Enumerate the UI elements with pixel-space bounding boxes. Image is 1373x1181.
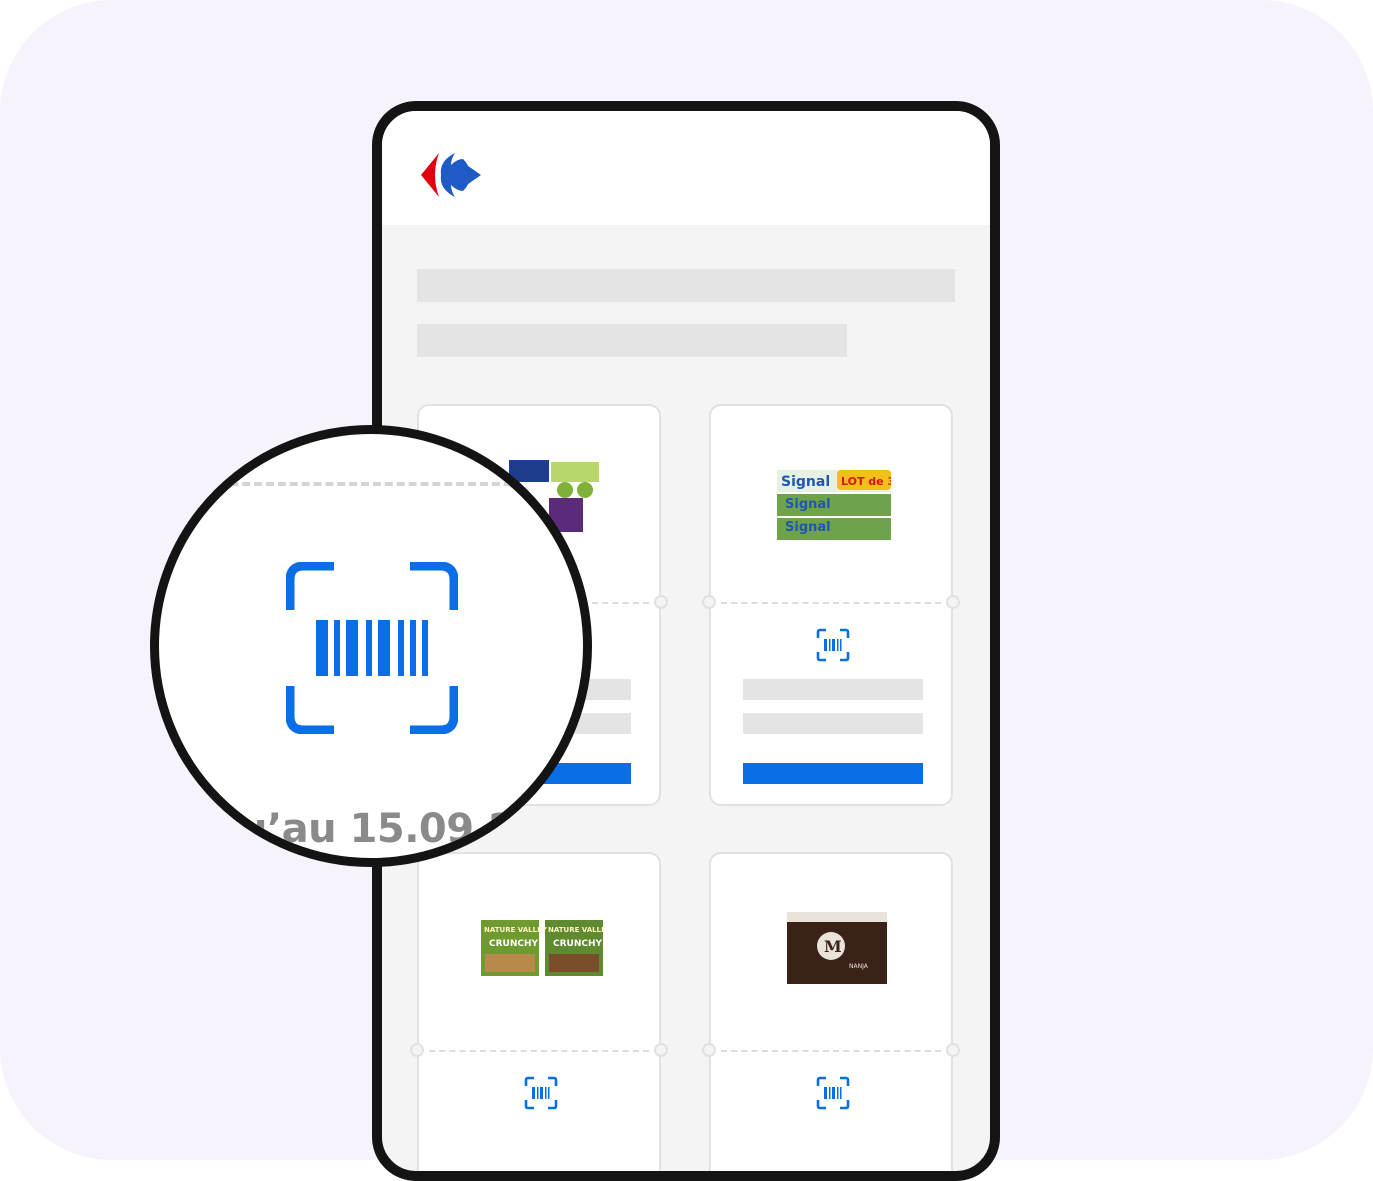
validity-date-text: u’au 15.09.2: [239, 806, 516, 852]
barcode-scan-icon[interactable]: [816, 628, 850, 662]
svg-text:Signal: Signal: [785, 520, 831, 535]
app-header: [382, 111, 990, 225]
magnifier-callout: u’au 15.09.2: [150, 425, 592, 867]
product-image: M NANJA: [781, 906, 891, 990]
skeleton-subtitle: [417, 324, 847, 357]
coupon-card[interactable]: M NANJA: [702, 852, 960, 1171]
skeleton-title: [417, 269, 955, 302]
skeleton-line: [743, 679, 923, 700]
perforation-line: [159, 482, 583, 486]
activate-coupon-button[interactable]: [743, 763, 923, 784]
product-brand: M: [824, 937, 842, 956]
skeleton-line: [743, 713, 923, 734]
product-sub: CRUNCHY: [489, 939, 539, 949]
barcode-scan-icon[interactable]: [816, 1076, 850, 1110]
product-brand: Signal: [781, 474, 830, 490]
product-badge: LOT de 3: [841, 475, 891, 488]
carrefour-logo[interactable]: [417, 151, 487, 201]
product-image: Signal Signal Signal LOT de 3: [777, 468, 895, 542]
coupon-card[interactable]: Signal Signal Signal LOT de 3: [702, 404, 960, 806]
barcode-scan-icon[interactable]: [286, 562, 458, 734]
product-image: NATURE VALLEY NATURE VALLEY CRUNCHY CRUN…: [481, 918, 612, 978]
svg-text:CRUNCHY: CRUNCHY: [553, 939, 603, 949]
barcode-scan-icon[interactable]: [524, 1076, 558, 1110]
product-sub: NANJA: [849, 963, 869, 970]
product-brand: NATURE VALLEY: [484, 926, 548, 934]
coupon-card[interactable]: NATURE VALLEY NATURE VALLEY CRUNCHY CRUN…: [410, 852, 668, 1171]
svg-text:NATURE VALLEY: NATURE VALLEY: [548, 926, 605, 934]
svg-text:Signal: Signal: [785, 497, 831, 512]
